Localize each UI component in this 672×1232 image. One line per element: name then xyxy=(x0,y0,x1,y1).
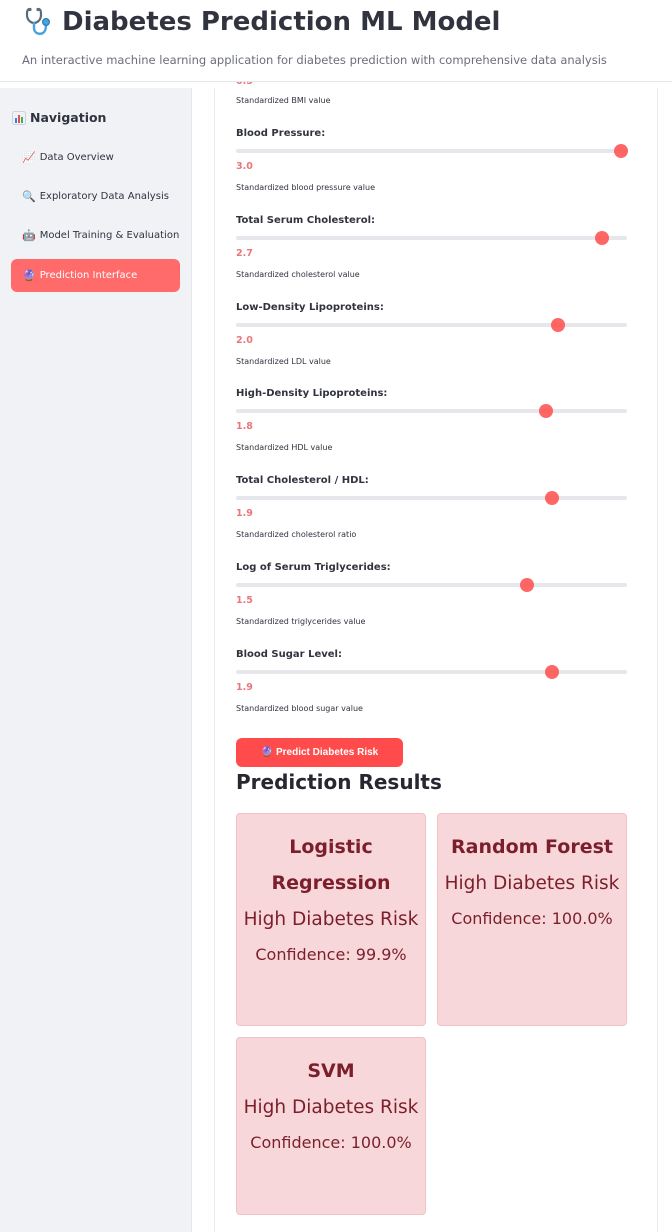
slider-help-text: Standardized HDL value xyxy=(236,443,333,452)
slider-value: 2.7 xyxy=(236,248,253,259)
card-confidence: Confidence: 99.9% xyxy=(255,945,407,964)
slider-value: 1.5 xyxy=(236,595,253,606)
sidebar-item-label: Exploratory Data Analysis xyxy=(39,191,169,202)
slider-thumb[interactable] xyxy=(539,404,553,418)
slider-field: Low-Density Lipoproteins: 2.0 Standardized… xyxy=(236,302,628,374)
card-model-name: Random Forest xyxy=(451,836,613,858)
slider-value: 1.9 xyxy=(236,682,253,693)
slider-value: 2.0 xyxy=(236,335,253,346)
sidebar-item-exploratory-data-analysis[interactable]: 🔍 Exploratory Data Analysis xyxy=(11,180,180,213)
slider-help-text: Standardized blood sugar value xyxy=(236,704,363,713)
result-card-random-forest: Random Forest High Diabetes Risk Confide… xyxy=(437,813,627,1026)
slider-label: Blood Pressure: xyxy=(236,128,326,139)
magnifier-icon: 🔍 xyxy=(22,190,36,203)
slider-thumb[interactable] xyxy=(614,144,628,158)
slider-label: Total Serum Cholesterol: xyxy=(236,215,376,226)
sidebar-item-model-training[interactable]: 🤖 Model Training & Evaluation xyxy=(11,219,180,252)
slider-label: Low-Density Lipoproteins: xyxy=(236,302,384,313)
slider-label: Log of Serum Triglycerides: xyxy=(236,562,391,573)
chart-up-icon: 📈 xyxy=(22,151,36,164)
slider-help-text: Standardized blood pressure value xyxy=(236,183,376,192)
page-title-text: Diabetes Prediction ML Model xyxy=(62,7,501,37)
robot-icon: 🤖 xyxy=(22,229,36,242)
slider-field: Blood Sugar Level: 1.9 Standardized blood … xyxy=(236,649,628,721)
slider-track[interactable] xyxy=(236,583,627,587)
sidebar-item-prediction-interface[interactable]: 🔮 Prediction Interface xyxy=(11,259,180,292)
slider-help-text: Standardized triglycerides value xyxy=(236,617,366,626)
card-model-name: SVM xyxy=(307,1060,355,1082)
slider-value: 1.9 xyxy=(236,508,253,519)
slider-thumb[interactable] xyxy=(520,578,534,592)
page-subtitle: An interactive machine learning applicat… xyxy=(22,53,607,67)
slider-thumb[interactable] xyxy=(595,231,609,245)
results-title: Prediction Results xyxy=(236,770,442,794)
sidebar-item-label: Prediction Interface xyxy=(39,270,138,281)
slider-track[interactable] xyxy=(236,323,627,327)
slider-label: Blood Sugar Level: xyxy=(236,649,342,660)
result-card-logistic-regression: Logistic Regression High Diabetes Risk C… xyxy=(236,813,426,1026)
card-prediction: High Diabetes Risk xyxy=(243,909,419,930)
sidebar: Navigation 📈 Data Overview 🔍 Exploratory… xyxy=(0,88,192,1232)
slider-label: Total Cholesterol / HDL: xyxy=(236,475,369,486)
slider-thumb[interactable] xyxy=(545,491,559,505)
slider-thumb[interactable] xyxy=(545,665,559,679)
card-model-name: Logistic Regression xyxy=(271,836,391,894)
sidebar-title-label: Navigation xyxy=(30,110,107,125)
sidebar-item-data-overview[interactable]: 📈 Data Overview xyxy=(11,141,180,174)
slider-value: 3.0 xyxy=(236,161,253,172)
slider-track[interactable] xyxy=(236,409,627,413)
slider-field: High-Density Lipoproteins: 1.8 Standardize… xyxy=(236,388,628,460)
slider-label: High-Density Lipoproteins: xyxy=(236,388,388,399)
app-header: Diabetes Prediction ML Model An interact… xyxy=(0,0,672,82)
slider-help-text: Standardized cholesterol value xyxy=(236,270,360,279)
slider-help-text: Standardized cholesterol ratio xyxy=(236,530,357,539)
slider-track[interactable] xyxy=(236,670,627,674)
predict-button[interactable]: 🔮 Predict Diabetes Risk xyxy=(236,738,403,767)
slider-field: Blood Pressure: 3.0 Standardized blood pre… xyxy=(236,128,628,200)
slider-track[interactable] xyxy=(236,149,627,153)
card-confidence: Confidence: 100.0% xyxy=(451,909,613,928)
slider-field: Log of Serum Triglycerides: 1.5 Standardiz… xyxy=(236,562,628,634)
sidebar-title: Navigation xyxy=(12,110,106,125)
slider-field: Total Serum Cholesterol: 2.7 Standardized … xyxy=(236,215,628,287)
card-prediction: High Diabetes Risk xyxy=(444,873,620,894)
stethoscope-icon xyxy=(25,7,51,35)
page-title: Diabetes Prediction ML Model xyxy=(22,6,500,38)
card-prediction: High Diabetes Risk xyxy=(243,1097,419,1118)
slider-help-text: Standardized LDL value xyxy=(236,357,331,366)
card-confidence: Confidence: 100.0% xyxy=(250,1133,412,1152)
slider-thumb[interactable] xyxy=(551,318,565,332)
result-card-svm: SVM High Diabetes Risk Confidence: 100.0… xyxy=(236,1037,426,1215)
slider-value: 1.8 xyxy=(236,421,253,432)
slider-help-text: Standardized BMI value xyxy=(236,96,331,105)
crystal-ball-icon: 🔮 xyxy=(22,269,36,282)
bar-chart-icon xyxy=(12,110,26,125)
slider-field: Total Cholesterol / HDL: 1.9 Standardized … xyxy=(236,475,628,547)
slider-track[interactable] xyxy=(236,236,627,240)
slider-track[interactable] xyxy=(236,496,627,500)
sidebar-item-label: Data Overview xyxy=(39,152,114,163)
sidebar-item-label: Model Training & Evaluation xyxy=(39,230,180,241)
